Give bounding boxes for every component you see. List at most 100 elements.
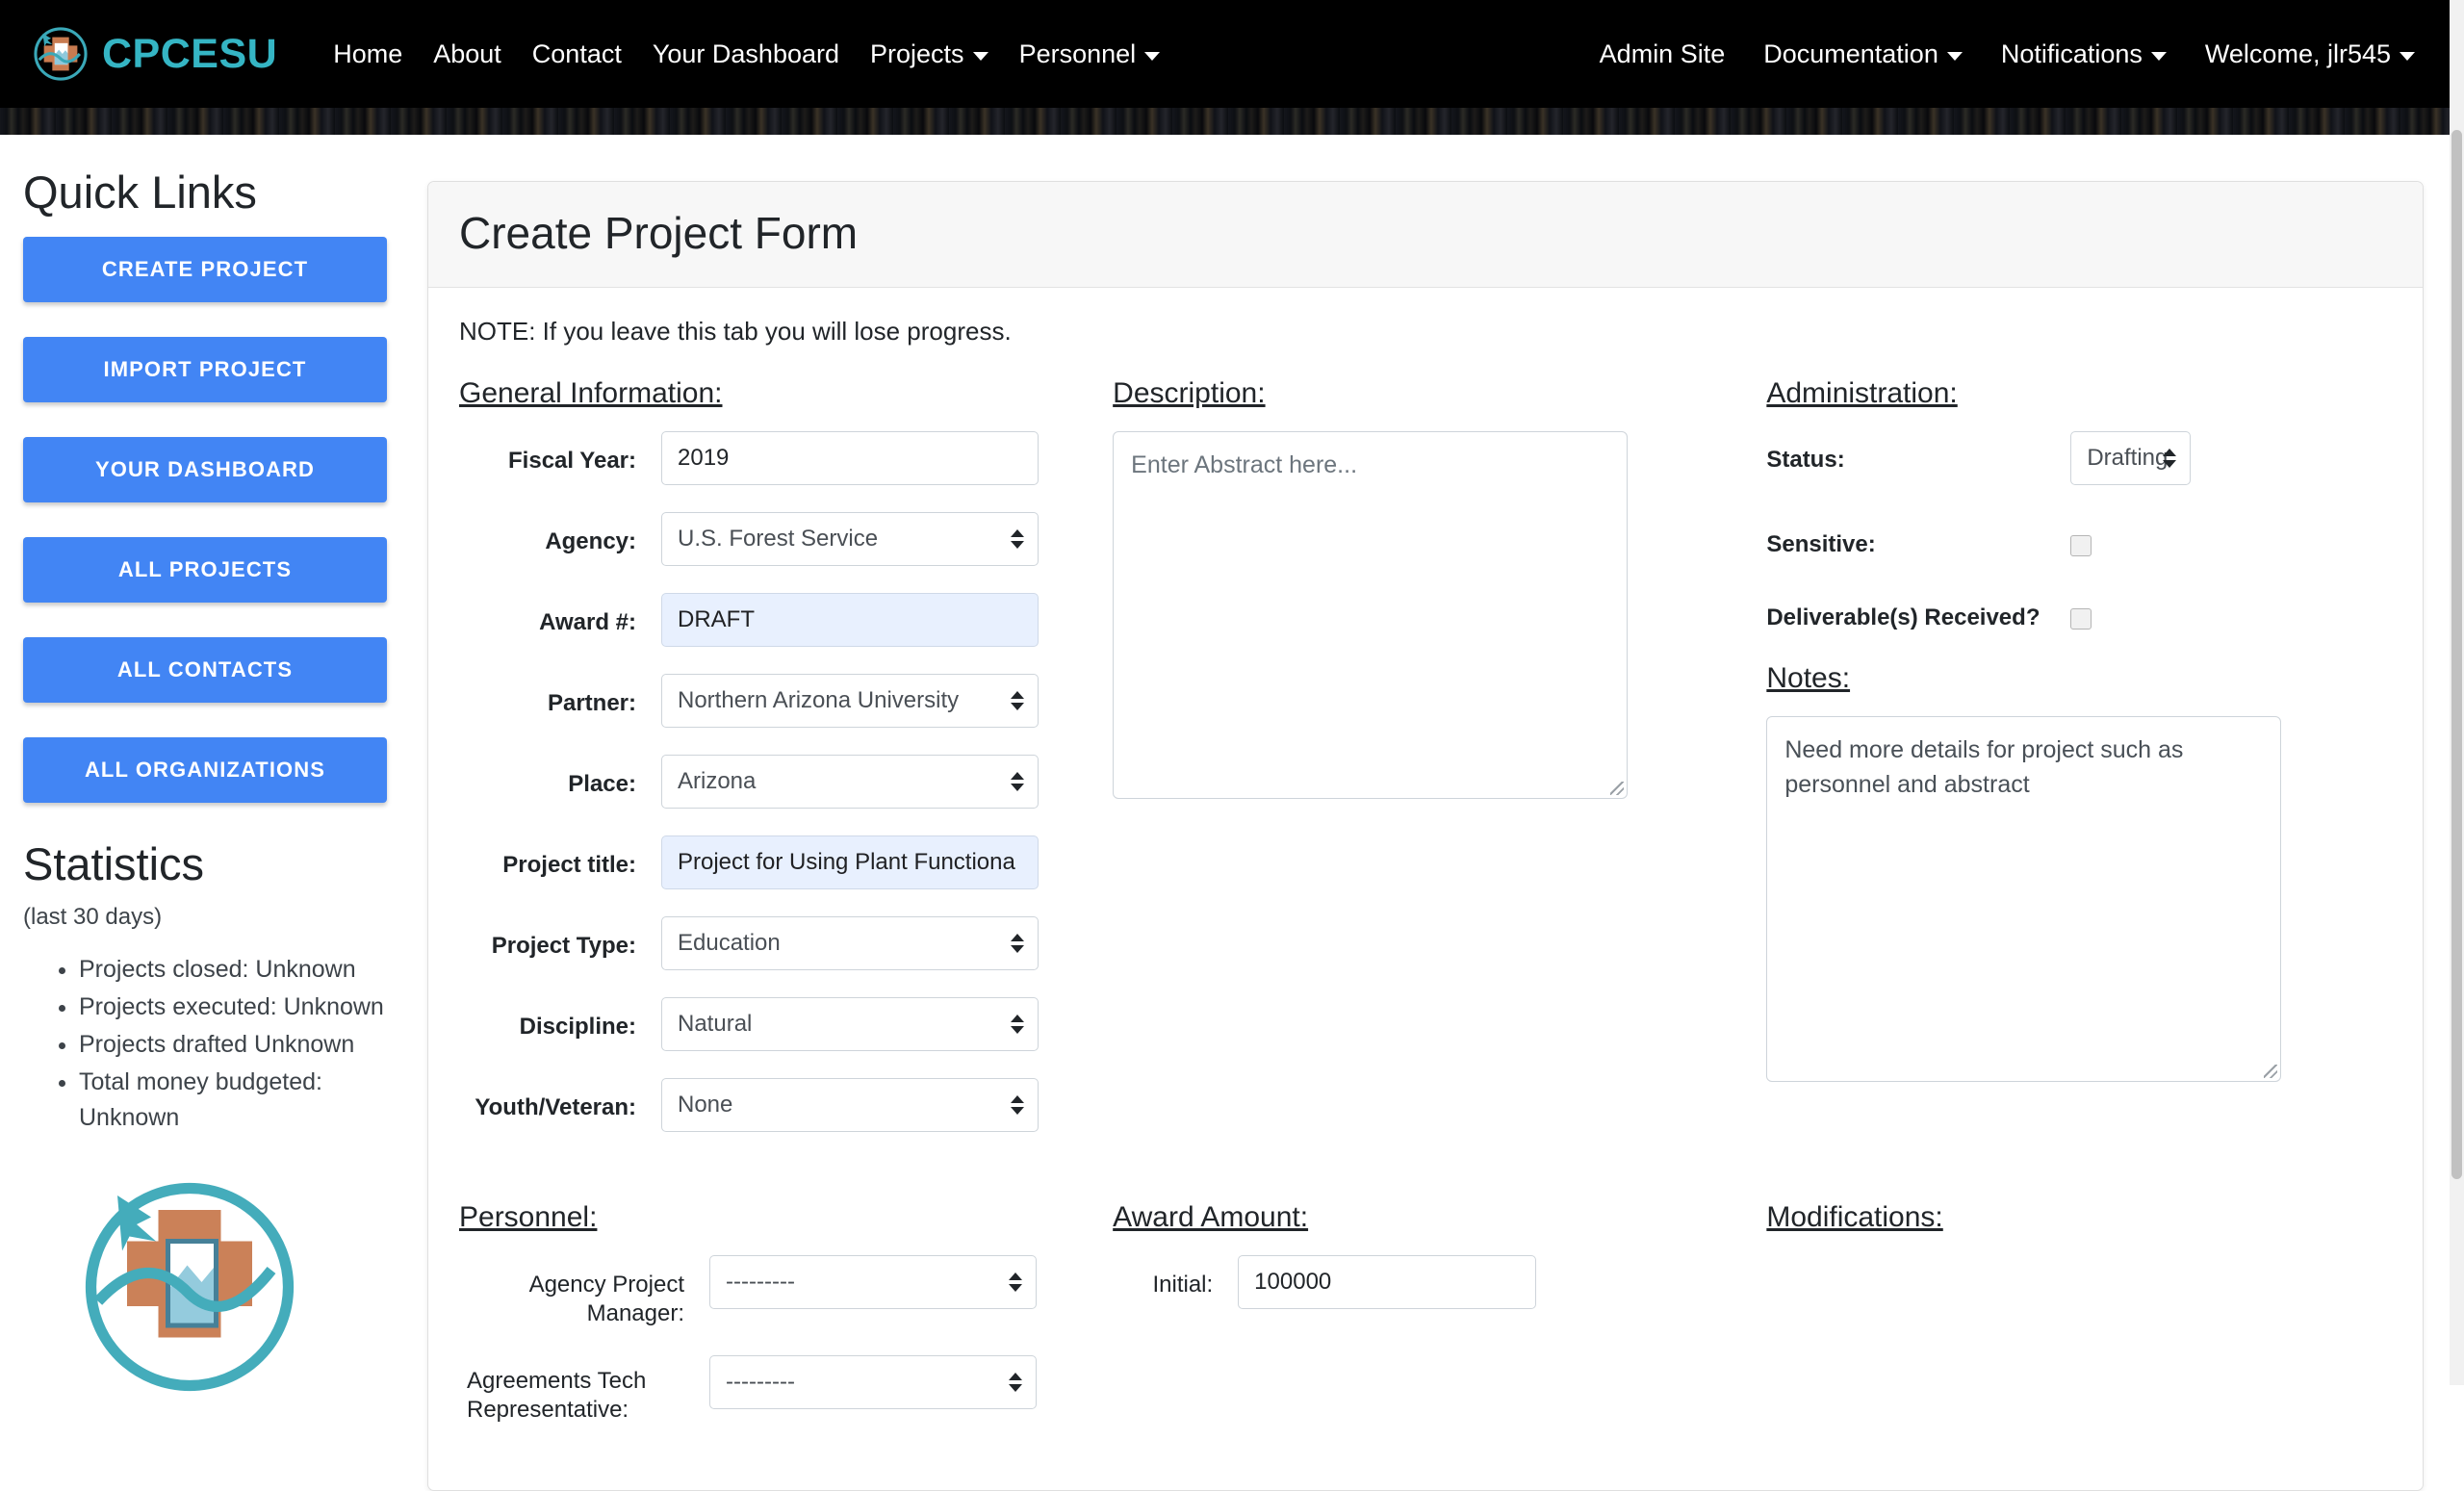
nav-item-admin-site[interactable]: Admin Site [1580,39,1745,68]
scrollbar-thumb[interactable] [2451,130,2462,1179]
nav-item-about[interactable]: About [418,40,517,67]
deliverables-received-checkbox[interactable] [2070,607,2092,630]
field-project-type: Project Type: Education [459,915,1113,970]
nav-item-label: Welcome, jlr545 [2204,39,2391,68]
resize-handle-icon[interactable] [1610,781,1625,795]
notes-title: Notes: [1766,661,1851,694]
description-section: Description: Enter Abstract here... [1113,377,1766,1159]
field-initial-award: Initial: 100000 [1113,1254,1766,1309]
nav-item-label: Documentation [1763,39,1938,68]
notes-section: Notes: Need more details for project suc… [1766,662,2392,1082]
sensitive-checkbox[interactable] [2070,534,2092,556]
select-arrows-icon [1009,1272,1022,1292]
notes-textarea[interactable]: Need more details for project such as pe… [1766,715,2282,1082]
initial-award-input[interactable]: 100000 [1238,1254,1537,1309]
agency-select[interactable]: U.S. Forest Service [661,511,1039,566]
nav-item-label: Home [333,39,403,68]
field-agreements-tech-representative: Agreements Tech Representative: --------… [459,1354,1113,1425]
field-label: Deliverable(s) Received? [1766,604,2040,630]
nav-left-links: Home About Contact Your Dashboard Projec… [333,39,1176,68]
agency-project-manager-select[interactable]: --------- [709,1254,1037,1309]
list-item: Projects closed: Unknown [79,952,400,988]
nav-item-notifications[interactable]: Notifications [1982,39,2186,68]
field-project-title: Project title: Project for Using Plant F… [459,835,1113,889]
field-label: Youth/Veteran: [475,1093,636,1120]
youth-veteran-select[interactable]: None [661,1077,1039,1132]
brand-logo-link[interactable]: CPCESU [31,24,277,84]
cpcesu-watermark-icon [85,1183,295,1392]
chevron-down-icon [2150,51,2167,61]
nav-item-user-menu[interactable]: Welcome, jlr545 [2186,39,2415,68]
agreements-tech-representative-select[interactable]: --------- [709,1354,1037,1409]
place-select[interactable]: Arizona [661,754,1039,809]
chevron-down-icon [1946,51,1963,61]
project-type-select[interactable]: Education [661,915,1039,970]
nav-item-label: Contact [531,39,622,68]
form-top-columns: General Information: Fiscal Year: 2019 A… [459,377,2392,1159]
your-dashboard-button[interactable]: YOUR DASHBOARD [23,437,387,503]
select-arrows-icon [1011,771,1024,791]
nav-item-label: Projects [870,39,964,68]
statistics-panel: Statistics (last 30 days) Projects close… [23,837,400,1136]
field-label: Project title: [502,851,636,878]
nav-item-projects[interactable]: Projects [855,39,1004,68]
create-project-button[interactable]: CREATE PROJECT [23,237,387,303]
field-youth-veteran: Youth/Veteran: None [459,1077,1113,1132]
all-contacts-button[interactable]: ALL CONTACTS [23,637,387,704]
card-body: NOTE: If you leave this tab you will los… [428,288,2423,1490]
project-title-input[interactable]: Project for Using Plant Functiona [661,835,1039,889]
select-arrows-icon [1011,933,1024,953]
field-label: Project Type: [491,932,636,959]
all-projects-button[interactable]: ALL PROJECTS [23,537,387,604]
nav-item-label: Admin Site [1599,39,1726,68]
select-arrows-icon [1011,1094,1024,1115]
list-item: Projects executed: Unknown [79,990,400,1025]
top-navbar: CPCESU Home About Contact Your Dashboard… [0,0,2450,108]
nav-item-contact[interactable]: Contact [517,39,637,68]
select-arrows-icon [1009,1372,1022,1392]
modifications-title: Modifications: [1766,1200,1943,1233]
discipline-select[interactable]: Natural [661,996,1039,1051]
field-label: Partner: [547,689,636,716]
nav-item-label: Notifications [2000,39,2143,68]
fiscal-year-input[interactable]: 2019 [661,430,1039,485]
personnel-title: Personnel: [459,1200,598,1233]
field-label: Agreements Tech Representative: [467,1367,647,1423]
partner-select[interactable]: Northern Arizona University [661,673,1039,728]
select-arrows-icon [1011,1014,1024,1034]
field-award-number: Award #: DRAFT [459,592,1113,647]
import-project-button[interactable]: IMPORT PROJECT [23,337,387,403]
form-note: NOTE: If you leave this tab you will los… [459,316,1012,346]
list-item: Total money budgeted: Unknown [79,1065,400,1136]
field-label: Agency Project Manager: [528,1271,684,1326]
modifications-section: Modifications: [1766,1201,2392,1452]
chevron-down-icon [1144,51,1161,61]
brand-name: CPCESU [102,30,278,77]
card-header: Create Project Form [428,182,2423,288]
field-label: Place: [568,770,636,797]
description-title: Description: [1113,376,1266,409]
field-label: Initial: [1152,1271,1214,1298]
field-label: Status: [1766,446,1845,473]
award-number-input[interactable]: DRAFT [661,592,1039,647]
nav-item-your-dashboard[interactable]: Your Dashboard [637,40,855,67]
all-organizations-button[interactable]: ALL ORGANIZATIONS [23,737,387,804]
field-deliverables-received: Deliverable(s) Received? [1766,589,2392,631]
field-discipline: Discipline: Natural [459,996,1113,1051]
award-amount-title: Award Amount: [1113,1200,1309,1233]
award-amount-section: Award Amount: Initial: 100000 [1113,1201,1766,1452]
sidebar: Quick Links CREATE PROJECT IMPORT PROJEC… [0,135,424,1392]
nav-item-documentation[interactable]: Documentation [1744,39,1982,68]
field-status: Status: Drafting [1766,430,2392,485]
select-arrows-icon [1011,528,1024,549]
page-scrollbar[interactable] [2450,0,2464,1385]
chevron-down-icon [972,51,988,61]
page-title: Create Project Form [459,208,859,258]
quick-links-title: Quick Links [23,167,257,218]
nav-item-personnel[interactable]: Personnel [1004,40,1176,67]
statistics-title: Statistics [23,838,205,890]
abstract-textarea[interactable]: Enter Abstract here... [1113,430,1629,799]
resize-handle-icon[interactable] [2264,1064,2278,1078]
form-bottom-columns: Personnel: Agency Project Manager: -----… [459,1201,2392,1452]
nav-item-home[interactable]: Home [333,39,418,68]
